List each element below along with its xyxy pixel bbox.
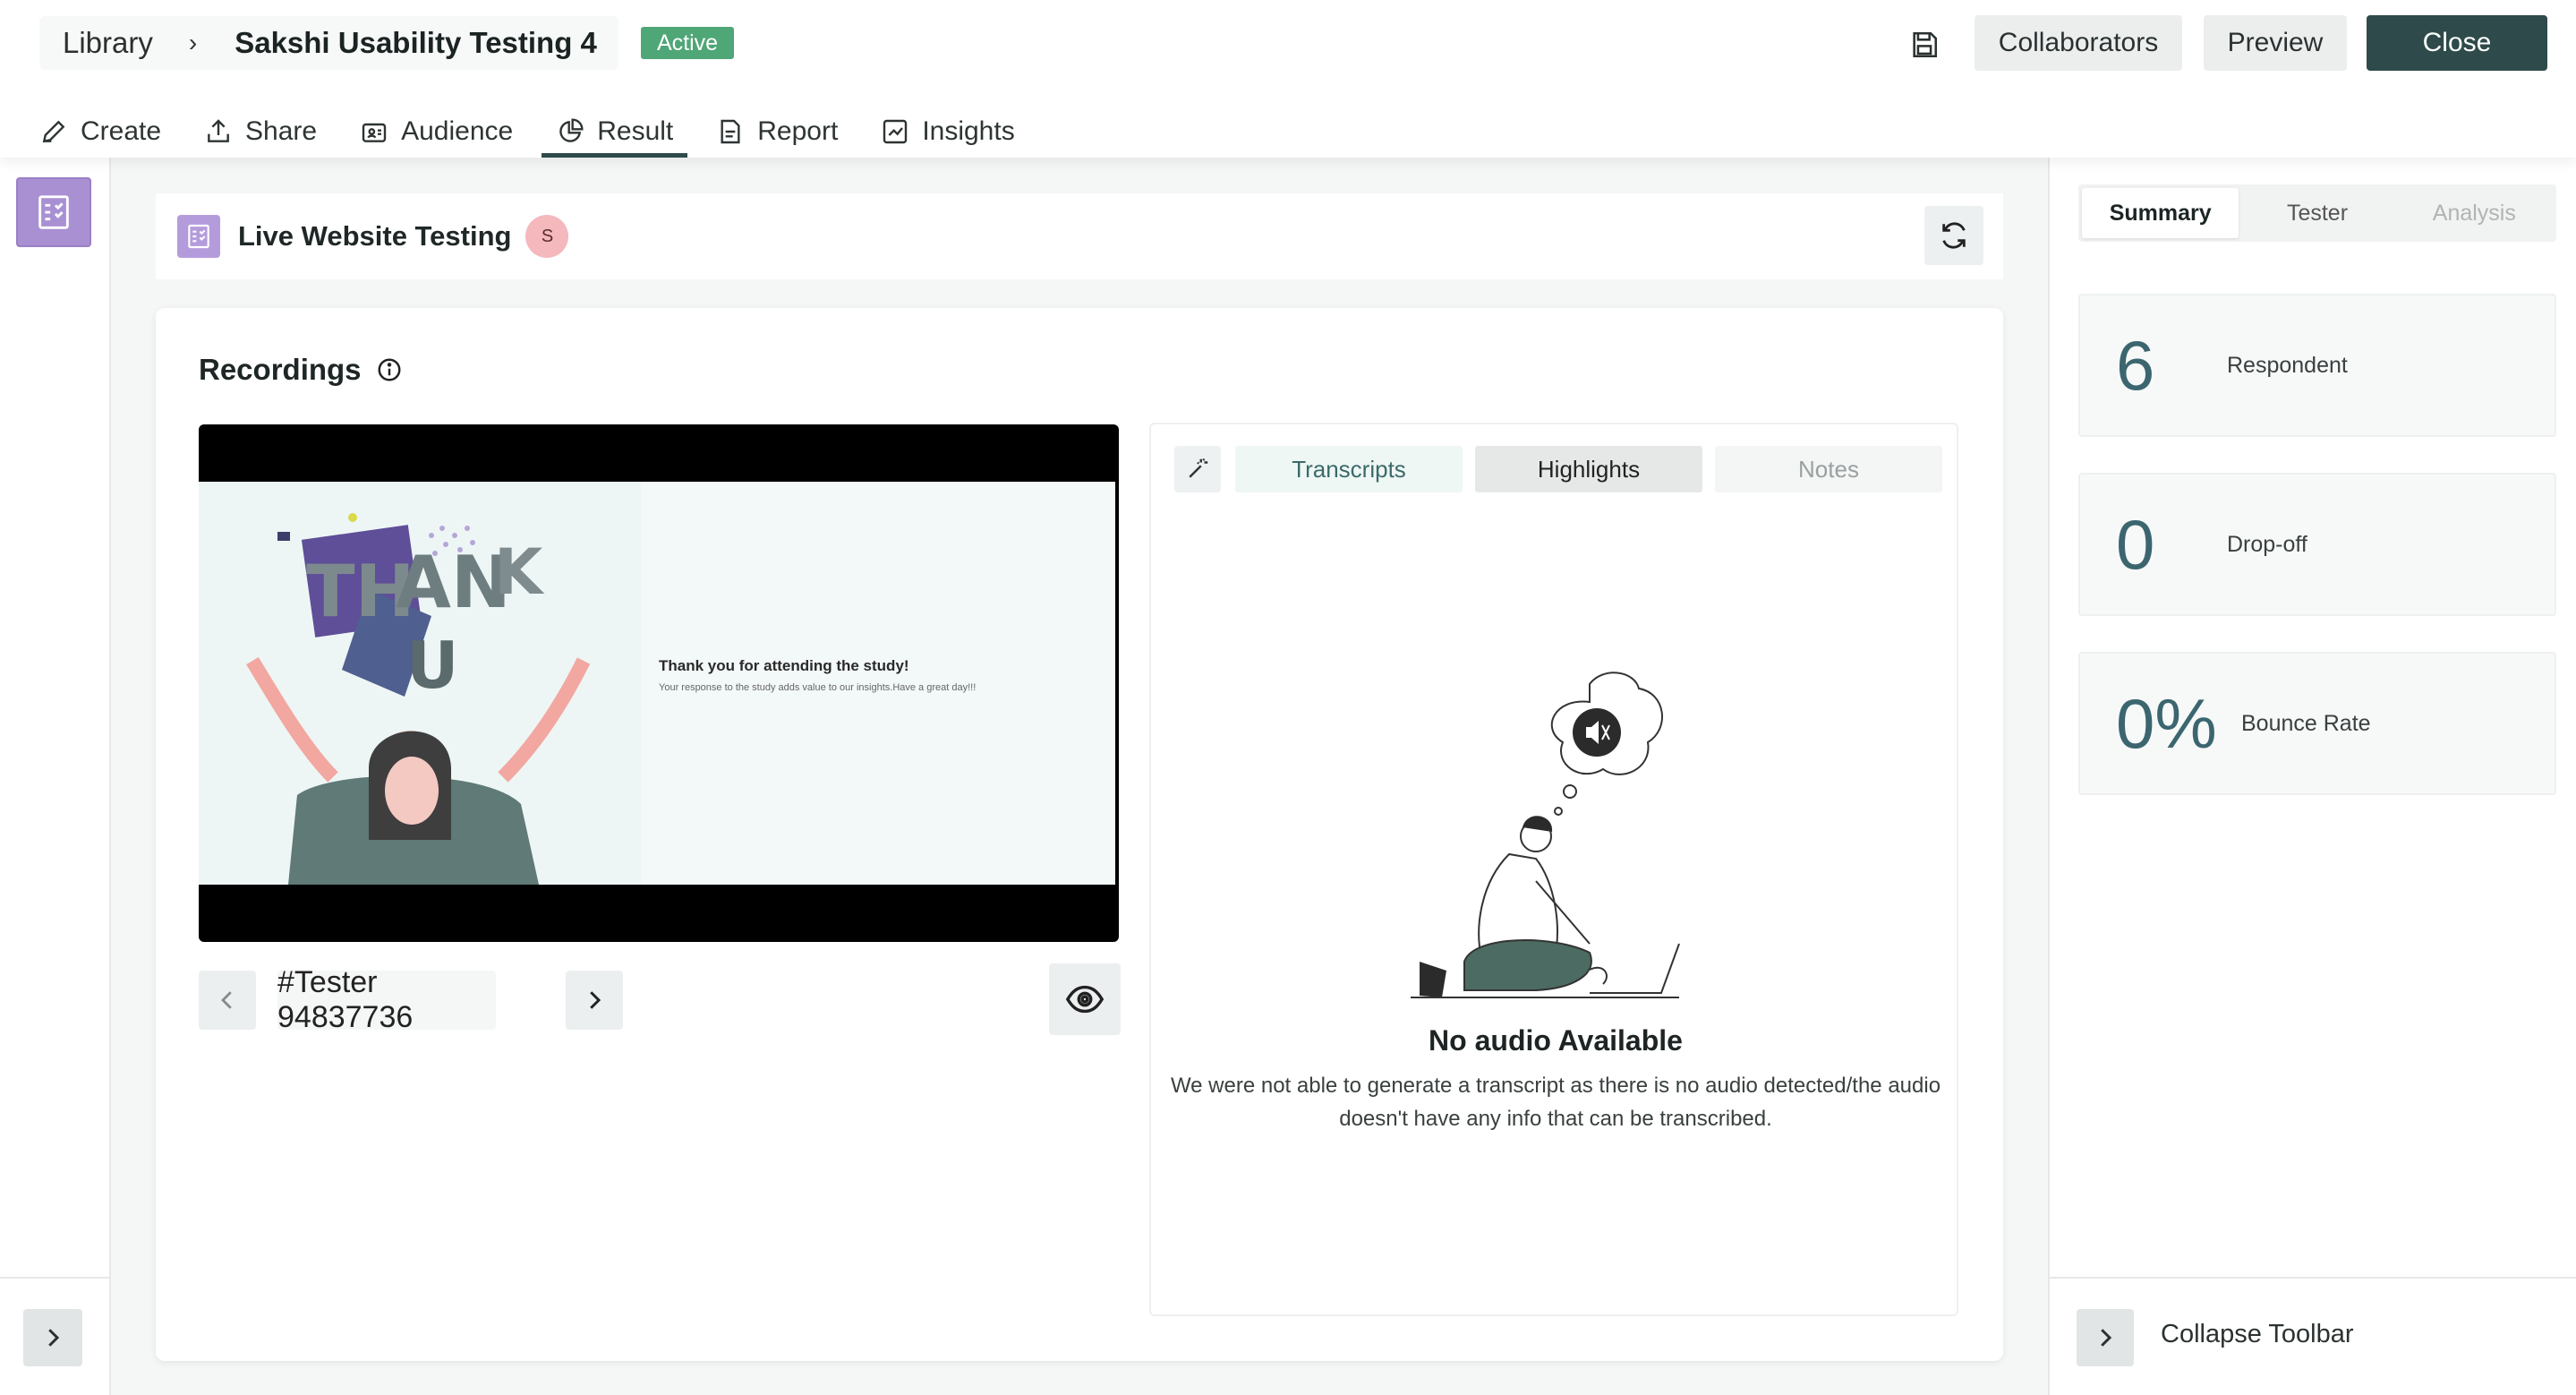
next-tester-button[interactable] bbox=[566, 971, 623, 1030]
breadcrumb-library-link[interactable]: Library bbox=[63, 26, 153, 60]
chevron-right-icon bbox=[590, 991, 601, 1009]
tab-highlights[interactable]: Highlights bbox=[1475, 446, 1702, 492]
thank-you-illustration-icon: TH AN K U bbox=[246, 513, 591, 885]
video-frame: TH AN K U Thank you for attending the st… bbox=[199, 482, 1115, 885]
left-rail bbox=[0, 158, 111, 1395]
tab-insights[interactable]: Insights bbox=[881, 106, 1015, 158]
refresh-button[interactable] bbox=[1924, 206, 1983, 265]
recordings-title-text: Recordings bbox=[199, 353, 362, 386]
save-button[interactable] bbox=[1905, 25, 1944, 64]
expand-left-button[interactable] bbox=[23, 1309, 82, 1366]
close-button[interactable]: Close bbox=[2367, 15, 2547, 71]
tab-notes[interactable]: Notes bbox=[1715, 446, 1942, 492]
slide-title: Thank you for attending the study! bbox=[659, 657, 909, 674]
tab-label: Create bbox=[81, 116, 162, 146]
info-icon[interactable] bbox=[376, 356, 403, 383]
test-type-icon bbox=[177, 215, 220, 258]
tab-summary[interactable]: Summary bbox=[2082, 188, 2239, 238]
sidebar-tabs: Summary Tester Analysis bbox=[2078, 184, 2556, 242]
recordings-title: Recordings bbox=[199, 353, 403, 387]
collapse-toolbar-label[interactable]: Collapse Toolbar bbox=[2161, 1320, 2354, 1349]
collaborators-button[interactable]: Collaborators bbox=[1975, 15, 2182, 71]
empty-state-text: We were not able to generate a transcrip… bbox=[1170, 1074, 1941, 1131]
top-header: Library › Sakshi Usability Testing 4 Act… bbox=[0, 0, 2576, 158]
tester-label: #Tester 94837736 bbox=[277, 965, 496, 1034]
no-audio-illustration bbox=[1411, 666, 1697, 1011]
breadcrumb: Library › Sakshi Usability Testing 4 bbox=[39, 16, 618, 70]
preview-button[interactable]: Preview bbox=[2204, 15, 2347, 71]
view-button[interactable] bbox=[1049, 963, 1121, 1035]
magic-wand-icon bbox=[1189, 458, 1208, 478]
stat-label: Bounce Rate bbox=[2241, 710, 2371, 736]
test-thumbnail[interactable] bbox=[16, 177, 91, 247]
test-name: Live Website Testing bbox=[238, 220, 512, 252]
save-icon bbox=[1913, 31, 1938, 58]
tab-analysis[interactable]: Analysis bbox=[2396, 188, 2553, 238]
stat-respondent: 6 Respondent bbox=[2078, 294, 2556, 437]
tab-label: Insights bbox=[922, 116, 1015, 146]
pie-chart-icon bbox=[559, 118, 584, 142]
right-sidebar: Summary Tester Analysis 6 Respondent 0 D… bbox=[2048, 158, 2576, 1395]
tab-audience[interactable]: Audience bbox=[360, 106, 513, 158]
pencil-icon bbox=[42, 120, 65, 143]
refresh-icon bbox=[1942, 222, 1966, 249]
stat-label: Drop-off bbox=[2227, 531, 2307, 557]
previous-tester-button[interactable] bbox=[199, 971, 256, 1030]
study-title: Sakshi Usability Testing 4 bbox=[235, 26, 597, 59]
status-badge: Active bbox=[641, 27, 735, 59]
tab-report[interactable]: Report bbox=[716, 106, 838, 158]
stat-value: 0% bbox=[2116, 683, 2217, 763]
tab-label: Report bbox=[757, 116, 839, 146]
tab-share[interactable]: Share bbox=[204, 106, 317, 158]
tab-transcripts[interactable]: Transcripts bbox=[1235, 446, 1463, 492]
magic-wand-button[interactable] bbox=[1174, 446, 1221, 492]
audience-icon bbox=[362, 123, 387, 142]
avatar: S bbox=[525, 215, 569, 258]
tab-label: Result bbox=[597, 116, 674, 146]
chevron-right-icon bbox=[48, 1329, 60, 1347]
checklist-icon bbox=[38, 195, 69, 229]
tab-label: Audience bbox=[401, 116, 514, 146]
slide-illustration-area: TH AN K U bbox=[199, 482, 641, 885]
test-header: Live Website Testing S bbox=[156, 193, 2003, 279]
slide-subtitle: Your response to the study adds value to… bbox=[659, 682, 977, 693]
tab-create[interactable]: Create bbox=[39, 106, 161, 158]
video-player[interactable]: TH AN K U Thank you for attending the st… bbox=[199, 424, 1119, 942]
stat-label: Respondent bbox=[2227, 352, 2348, 378]
stat-bounce-rate: 0% Bounce Rate bbox=[2078, 652, 2556, 795]
collapse-toolbar-button[interactable] bbox=[2077, 1309, 2134, 1366]
stat-value: 0 bbox=[2116, 504, 2155, 584]
svg-text:K: K bbox=[494, 535, 545, 609]
empty-state-title: No audio Available bbox=[1429, 1024, 1683, 1057]
stat-value: 6 bbox=[2116, 325, 2155, 405]
eye-icon bbox=[1065, 985, 1105, 1014]
breadcrumb-separator: › bbox=[188, 29, 198, 56]
recordings-card: Recordings TH AN K U Thank you for atten… bbox=[156, 308, 2003, 1361]
checklist-icon bbox=[188, 224, 209, 249]
transcript-panel: Transcripts Highlights Notes No audio Av… bbox=[1149, 423, 1958, 1316]
insights-icon bbox=[883, 119, 908, 144]
tab-tester[interactable]: Tester bbox=[2239, 188, 2395, 238]
svg-text:U: U bbox=[406, 628, 458, 703]
tab-label: Share bbox=[245, 116, 318, 146]
chevron-right-icon bbox=[2101, 1329, 2112, 1347]
no-audio-illustration-icon bbox=[1411, 672, 1680, 998]
chevron-left-icon bbox=[221, 991, 232, 1009]
report-icon bbox=[721, 119, 740, 144]
share-icon bbox=[208, 119, 229, 142]
tab-result[interactable]: Result bbox=[542, 106, 688, 158]
stat-drop-off: 0 Drop-off bbox=[2078, 473, 2556, 616]
nav-tabs: Create Share Audience Result Report Insi… bbox=[39, 106, 1058, 158]
